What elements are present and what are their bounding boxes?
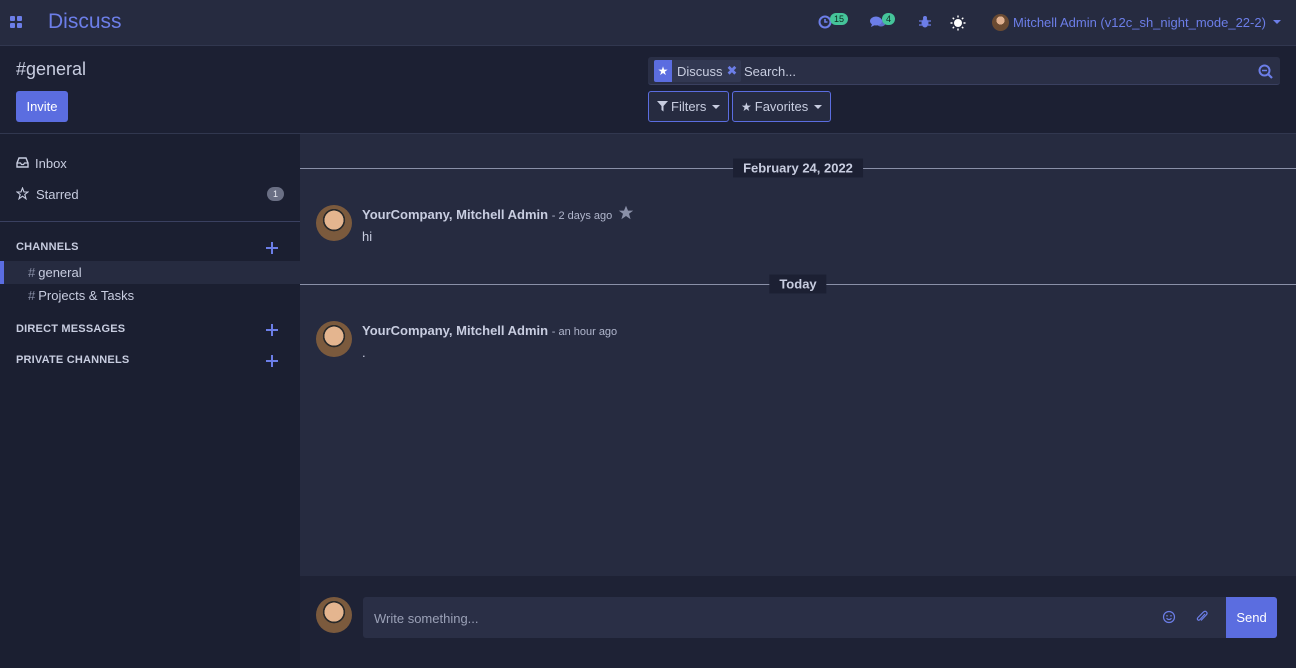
- add-channel-icon[interactable]: [266, 242, 278, 254]
- sidebar-item-starred[interactable]: Starred 1: [0, 182, 300, 206]
- starred-label: Starred: [36, 186, 79, 202]
- bug-icon: [919, 16, 931, 28]
- search-input[interactable]: [744, 60, 1244, 82]
- apps-menu-icon[interactable]: [10, 16, 22, 28]
- message-date: - 2 days ago: [551, 210, 613, 222]
- search-facet: ★ Discuss ✖: [654, 60, 742, 82]
- message-date: - an hour ago: [551, 326, 618, 338]
- sidebar-item-channel-general[interactable]: # general: [0, 261, 300, 284]
- hash-icon: #: [28, 288, 36, 303]
- chevron-down-icon: [814, 104, 823, 109]
- message-thread: February 24, 2022 YourCompany, Mitchell …: [300, 134, 1296, 576]
- activity-button[interactable]: 15: [818, 12, 854, 32]
- page-title: #general: [16, 59, 87, 79]
- sidebar: Inbox Starred 1 CHANNELS # general # Pro…: [0, 134, 300, 668]
- inbox-icon: [16, 157, 29, 168]
- chevron-down-icon: [1272, 20, 1281, 24]
- message-body: hi: [362, 229, 373, 244]
- search-bar: ★ Discuss ✖: [648, 57, 1280, 85]
- sun-icon: [950, 15, 966, 31]
- message-body: .: [362, 345, 366, 360]
- message-author-line: YourCompany, Mitchell Admin - an hour ag…: [362, 323, 617, 338]
- channel-name: general: [38, 265, 82, 280]
- message-author-line: YourCompany, Mitchell Admin - 2 days ago: [362, 207, 612, 222]
- user-avatar: [992, 13, 1009, 31]
- sidebar-item-inbox[interactable]: Inbox: [0, 151, 300, 175]
- date-label: February 24, 2022: [733, 158, 863, 178]
- composer-box: [363, 597, 1227, 638]
- close-icon[interactable]: ✖: [727, 63, 742, 79]
- messages-count-badge: 4: [882, 13, 896, 25]
- filters-label: Filters: [671, 99, 707, 114]
- chevron-down-icon: [712, 104, 721, 109]
- sidebar-divider: [0, 221, 300, 222]
- filter-icon: [657, 101, 668, 112]
- channels-header[interactable]: CHANNELS: [16, 241, 79, 253]
- message-input[interactable]: [374, 608, 1144, 628]
- invite-button[interactable]: Invite: [16, 91, 68, 122]
- favorites-button[interactable]: ★ Favorites: [732, 91, 832, 122]
- emoji-icon[interactable]: [1162, 610, 1176, 624]
- hash-icon: #: [28, 265, 36, 280]
- add-direct-message-icon[interactable]: [266, 324, 278, 336]
- filters-button[interactable]: Filters: [648, 91, 730, 122]
- avatar: [316, 597, 352, 633]
- composer: Send: [300, 576, 1296, 668]
- send-button[interactable]: Send: [1226, 597, 1277, 638]
- date-separator: Today: [300, 274, 1296, 294]
- star-icon[interactable]: [618, 205, 634, 221]
- night-mode-toggle[interactable]: [950, 12, 966, 32]
- sidebar-item-channel-projects-tasks[interactable]: # Projects & Tasks: [0, 284, 300, 307]
- channel-name: Projects & Tasks: [38, 288, 135, 303]
- facet-label: Discuss: [677, 63, 723, 79]
- message-author[interactable]: YourCompany, Mitchell Admin: [362, 207, 548, 222]
- author-avatar[interactable]: [316, 321, 352, 357]
- debug-button[interactable]: [918, 12, 932, 32]
- private-channels-header[interactable]: PRIVATE CHANNELS: [16, 354, 129, 366]
- star-icon: ★: [654, 60, 672, 82]
- direct-messages-header[interactable]: DIRECT MESSAGES: [16, 323, 125, 335]
- date-label: Today: [769, 274, 827, 294]
- add-private-channel-icon[interactable]: [266, 355, 278, 367]
- inbox-label: Inbox: [35, 155, 67, 171]
- search-icon[interactable]: [1258, 64, 1273, 79]
- favorites-label: Favorites: [754, 99, 809, 114]
- user-menu[interactable]: Mitchell Admin (v12c_sh_night_mode_22-2): [992, 12, 1281, 32]
- author-avatar[interactable]: [316, 205, 352, 241]
- star-outline-icon: [16, 187, 29, 200]
- messages-button[interactable]: 4: [870, 12, 902, 32]
- paperclip-icon[interactable]: [1195, 610, 1209, 624]
- starred-count-badge: 1: [267, 187, 284, 201]
- star-icon: ★: [741, 99, 752, 114]
- top-navbar: Discuss 15 4 Mitchell Admin (v12c_sh_nig…: [0, 0, 1296, 46]
- message-author[interactable]: YourCompany, Mitchell Admin: [362, 323, 548, 338]
- activity-count-badge: 15: [830, 13, 849, 25]
- app-title: Discuss: [48, 10, 122, 33]
- control-panel: #general Invite ★ Discuss ✖ Filters ★ Fa…: [0, 46, 1296, 134]
- date-separator: February 24, 2022: [300, 158, 1296, 178]
- user-name: Mitchell Admin (v12c_sh_night_mode_22-2): [1013, 14, 1266, 30]
